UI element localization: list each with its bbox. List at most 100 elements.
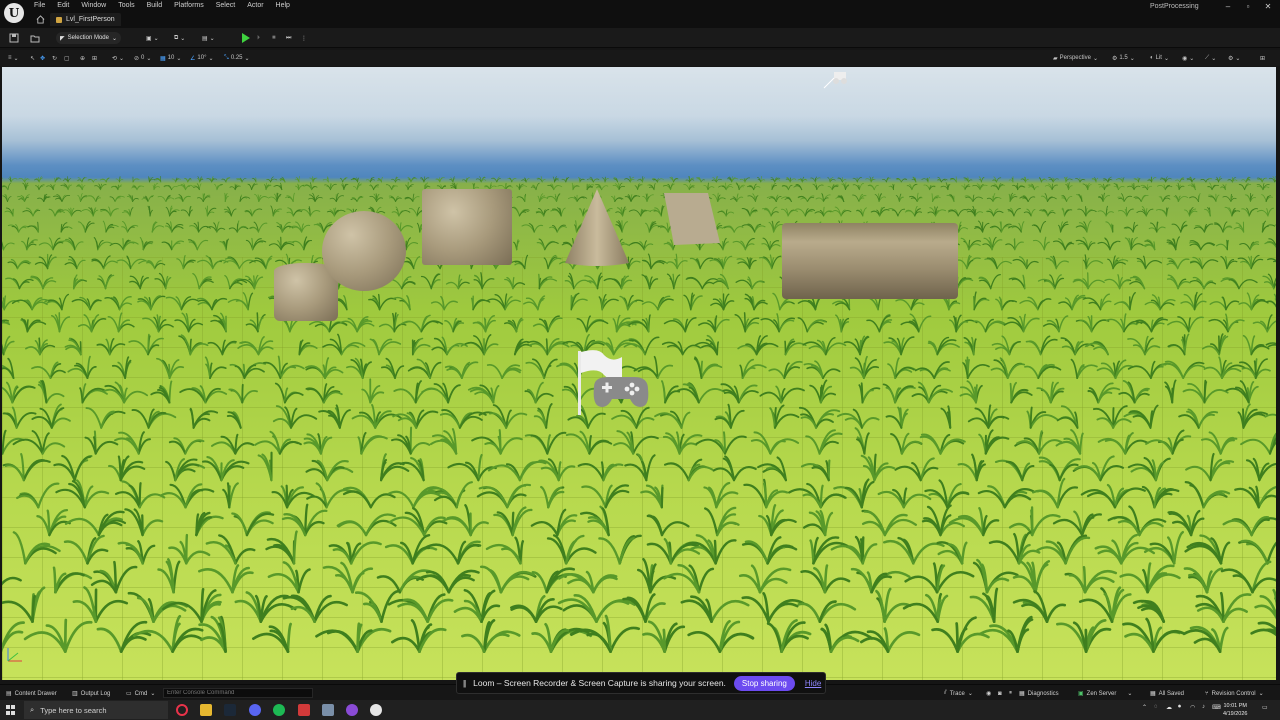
lit-dropdown[interactable]: ◐ Lit ⌄ <box>1150 53 1169 63</box>
diagnostics-button[interactable]: ▦ Diagnostics <box>1019 689 1059 698</box>
cinematics-button[interactable]: ▤ ⌄ <box>202 32 215 44</box>
menu-platforms[interactable]: Platforms <box>174 2 204 9</box>
stop-sharing-button[interactable]: Stop sharing <box>733 675 795 691</box>
stop-button[interactable]: ■ <box>272 32 276 44</box>
world-local-toggle[interactable]: ⊕ <box>80 53 85 63</box>
level-viewport[interactable] <box>2 67 1276 680</box>
file-explorer-icon[interactable] <box>200 704 212 716</box>
snap-icon: ⊘ <box>134 55 140 62</box>
obs-icon[interactable] <box>346 704 358 716</box>
cone-prop[interactable] <box>562 187 632 267</box>
viewport-settings-button[interactable]: ⚙ ⌄ <box>1228 53 1240 63</box>
show-dropdown[interactable]: ◉ ⌄ <box>1182 53 1194 63</box>
select-tool[interactable]: ↖ <box>30 53 35 63</box>
tray-overflow-icon[interactable]: ⌃ <box>1142 704 1147 711</box>
record-button[interactable]: ◉ <box>986 689 991 698</box>
trace-dropdown[interactable]: ⫽ Trace ⌄ <box>944 689 973 698</box>
content-drawer-button[interactable]: ▤ Content Drawer <box>6 689 57 698</box>
app-icon[interactable] <box>322 704 334 716</box>
opera-icon[interactable] <box>176 704 188 716</box>
eject-button[interactable]: ⏭ <box>286 32 291 44</box>
save-icon[interactable] <box>9 33 19 43</box>
windows-start-icon[interactable] <box>6 705 16 715</box>
step-button[interactable]: ⏵ <box>257 32 260 44</box>
recorder-icon[interactable] <box>298 704 310 716</box>
zen-server-dropdown[interactable]: ▣ Zen Server ⌄ <box>1078 689 1132 698</box>
sphere-prop[interactable] <box>322 211 406 291</box>
notification-icon[interactable]: ▭ <box>1262 704 1268 711</box>
scale-snap[interactable]: ⤡ 0.25 ⌄ <box>224 53 250 63</box>
mic-icon[interactable]: ⏺ <box>1178 704 1181 711</box>
menu-edit[interactable]: Edit <box>57 2 69 9</box>
perspective-dropdown[interactable]: ▰ Perspective ⌄ <box>1053 53 1098 63</box>
drag-handle-icon[interactable]: || <box>463 679 466 688</box>
output-log-button[interactable]: ▥ Output Log <box>72 689 110 698</box>
add-actor-button[interactable]: ▣ ⌄ <box>146 32 159 44</box>
menu-select[interactable]: Select <box>216 2 235 9</box>
blueprint-button[interactable]: ⧉ ⌄ <box>174 32 185 44</box>
menu-tools[interactable]: Tools <box>118 2 134 9</box>
magnet-icon: ⟲ <box>112 55 118 62</box>
console-command-input[interactable] <box>163 688 313 698</box>
menu-help[interactable]: Help <box>276 2 290 9</box>
snapshot-button[interactable]: ◙ <box>998 689 1002 698</box>
camera-speed-value: 1.5 <box>1119 55 1128 61</box>
hide-link[interactable]: Hide <box>805 679 821 688</box>
taskbar-search[interactable]: ⌕ Type here to search <box>24 701 168 719</box>
player-start-icon[interactable] <box>574 347 654 417</box>
grid-snap[interactable]: ▦ 10 ⌄ <box>160 53 181 63</box>
extra-snap[interactable]: ⊘ 0 ⌄ <box>134 53 151 63</box>
rotation-snap[interactable]: ∠ 10° ⌄ <box>190 53 214 63</box>
camera-actor-icon[interactable] <box>822 69 854 89</box>
steam-icon[interactable] <box>224 704 236 716</box>
selection-mode-dropdown[interactable]: ◤ Selection Mode ⌄ <box>56 32 122 44</box>
chevron-down-icon: ⌄ <box>1189 55 1195 62</box>
home-icon[interactable] <box>36 15 45 24</box>
chevron-down-icon: ⌄ <box>1092 55 1099 62</box>
project-name: PostProcessing <box>1150 3 1199 10</box>
wall-prop[interactable] <box>782 223 958 299</box>
realtime-toggle[interactable]: ⟋ ⌄ <box>1205 53 1216 63</box>
chevron-down-icon: ⌄ <box>13 55 19 62</box>
chevron-down-icon: ⌄ <box>1258 691 1264 697</box>
volume-icon[interactable]: ♪ <box>1202 704 1205 710</box>
pause-button[interactable]: ⏸ <box>1009 689 1012 698</box>
save-status-icon: ▦ <box>1150 691 1156 697</box>
spotify-icon[interactable] <box>273 704 285 716</box>
translate-tool[interactable]: ✥ <box>40 53 45 63</box>
maximize-viewport-button[interactable]: ⊞ <box>1260 53 1265 63</box>
maximize-icon[interactable]: ▫ <box>1242 2 1254 12</box>
axis-gizmo-icon <box>7 648 22 662</box>
all-saved-button[interactable]: ▦ All Saved <box>1150 689 1184 698</box>
snap-toggle[interactable]: ⟲ ⌄ <box>112 53 124 63</box>
play-options-button[interactable]: ⋮ <box>301 32 307 44</box>
unreal-logo-icon[interactable]: U <box>4 3 24 23</box>
revision-control-dropdown[interactable]: ⑂ Revision Control ⌄ <box>1205 689 1264 698</box>
camera-snapshot-icon: ◙ <box>998 690 1002 697</box>
menu-file[interactable]: File <box>34 2 45 9</box>
cmd-dropdown[interactable]: ▭ Cmd ⌄ <box>126 689 155 698</box>
browser-icon[interactable] <box>249 704 261 716</box>
tab-level[interactable]: Lvl_FirstPerson <box>50 13 121 26</box>
content-browser-icon[interactable] <box>30 33 40 43</box>
minimize-icon[interactable]: – <box>1222 2 1234 12</box>
unreal-taskbar-icon[interactable] <box>370 704 382 716</box>
cloud-icon[interactable]: ☁ <box>1166 704 1172 711</box>
wifi-icon[interactable]: ◠ <box>1190 704 1195 711</box>
menu-build[interactable]: Build <box>147 2 163 9</box>
language-icon[interactable]: ⌨ <box>1212 704 1221 711</box>
cube-prop[interactable] <box>422 189 512 265</box>
camera-speed-dropdown[interactable]: ⚙ 1.5 ⌄ <box>1112 53 1135 63</box>
menu-actor[interactable]: Actor <box>247 2 263 9</box>
surface-snap[interactable]: ⊞ <box>92 53 97 63</box>
taskbar-clock[interactable]: 10:01 PM 4/19/2026 <box>1223 702 1247 718</box>
network-icon[interactable]: ◌ <box>1154 704 1158 710</box>
scale-tool[interactable]: ▢ <box>64 53 70 63</box>
play-button[interactable] <box>242 33 250 43</box>
menu-window[interactable]: Window <box>81 2 106 9</box>
plane-prop[interactable] <box>662 191 722 247</box>
scale-snap-icon: ⤡ <box>224 54 229 61</box>
close-icon[interactable]: ✕ <box>1262 2 1274 12</box>
rotate-tool[interactable]: ↻ <box>52 53 57 63</box>
viewport-options-button[interactable]: ≡ ⌄ <box>8 53 19 63</box>
